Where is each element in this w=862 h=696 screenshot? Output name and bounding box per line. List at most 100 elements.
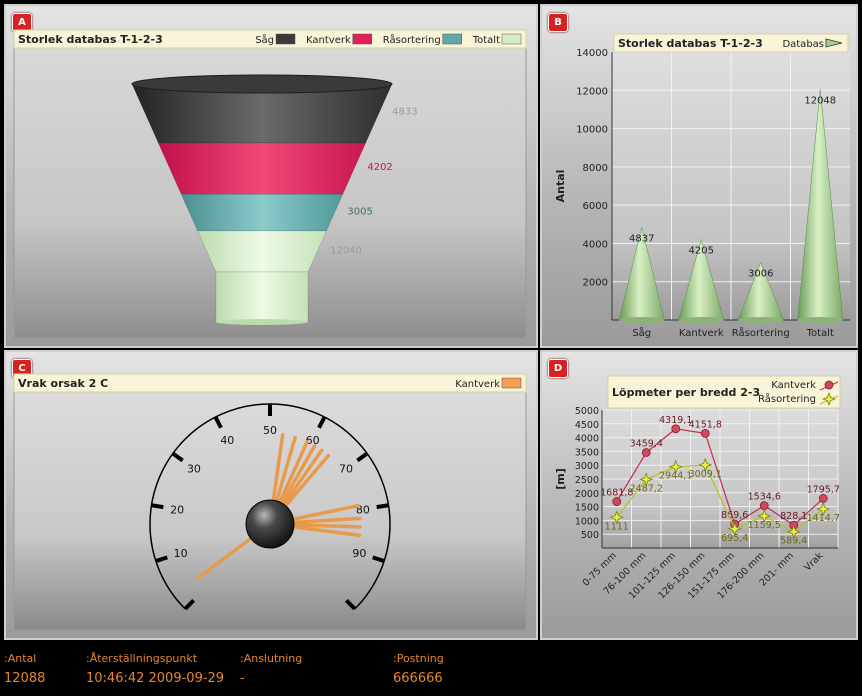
data-label: 2487,2: [630, 483, 663, 494]
y-axis-label: [m]: [554, 468, 567, 490]
gauge-tick-label: 50: [263, 424, 277, 437]
gauge-tick-label: 70: [339, 463, 353, 476]
gauge-tick: [151, 503, 164, 510]
data-point: [671, 424, 681, 434]
y-axis-label: Antal: [554, 170, 567, 203]
y-tick-label: 2000: [583, 278, 608, 289]
antal-label: :Antal: [4, 652, 37, 665]
gauge-tick-label: 30: [187, 463, 201, 476]
y-tick-label: 3000: [575, 461, 599, 472]
x-tick-label: Vrak: [802, 550, 825, 573]
gauge-tick-label: 20: [170, 503, 184, 516]
legend-label: Råsortering: [758, 392, 816, 405]
panel-a: A Storlek databas T-1-2-3 Totalt Råsorteri…: [4, 4, 538, 348]
y-tick-label: 6000: [583, 201, 608, 212]
legend-swatch: [442, 33, 462, 45]
data-label: 1795,7: [807, 484, 840, 495]
data-label: 695,4: [721, 533, 748, 544]
panel-b: B 2000 4000 6000 8000 10000 12000 14000 4837 Såg…: [540, 4, 858, 348]
bar-base: [619, 317, 665, 323]
funnel-value-label: 4833: [392, 107, 417, 118]
data-label: 1534,6: [748, 492, 781, 503]
legend-swatch: [501, 377, 522, 389]
x-tick-label: Råsortering: [732, 326, 790, 339]
panel-c: C Vrak orsak 2 C Kantverk 10 20 30 40 50 60 70 80…: [4, 350, 538, 640]
status-footer: :Antal 12088 :Återställningspunkt 10:46:…: [0, 648, 862, 696]
data-point: [641, 448, 651, 457]
chart-title: Storlek databas T-1-2-3: [618, 37, 763, 50]
data-point: [818, 494, 828, 503]
legend-label: Kantverk: [455, 379, 500, 390]
bar-value-label: 4837: [629, 233, 654, 244]
y-tick-label: 2500: [575, 475, 599, 486]
legend-swatch: [352, 33, 373, 45]
data-label: 2944,1: [659, 471, 692, 482]
y-tick-label: 5000: [575, 406, 599, 417]
gauge-tick-label: 90: [352, 547, 366, 560]
data-label: 3459,4: [630, 439, 663, 450]
reset-point-label: :Återställningspunkt: [86, 652, 198, 665]
y-tick-label: 2000: [575, 489, 599, 500]
funnel-value-label: 3005: [347, 207, 372, 218]
gauge-needle: [294, 523, 362, 529]
data-point: [612, 497, 622, 506]
legend-label: Totalt: [472, 35, 500, 46]
data-point: [700, 429, 710, 438]
legend-swatch: [501, 33, 522, 45]
legend-label: Databas: [782, 39, 824, 50]
data-label: 1159,5: [748, 520, 781, 531]
connection-label: :Anslutning: [240, 652, 303, 665]
funnel-value-label: 4202: [367, 162, 392, 173]
bar-base: [738, 317, 784, 323]
y-tick-label: 1500: [575, 503, 599, 514]
data-point: [759, 501, 769, 511]
panel-d: D 500 1000 1500 2000 2500 3000 3500 4000 4500 500…: [540, 350, 858, 640]
chart-title: Löpmeter per bredd 2-3: [612, 386, 760, 399]
y-tick-label: 4500: [575, 420, 599, 431]
y-tick-label: 3500: [575, 447, 599, 458]
bar-value-label: 4205: [689, 246, 714, 257]
funnel-value-label: 12040: [330, 245, 362, 256]
y-tick-label: 1000: [575, 516, 599, 527]
legend-label: Kantverk: [771, 380, 816, 391]
y-tick-label: 10000: [576, 125, 608, 136]
data-label: 828,1: [780, 511, 807, 522]
y-tick-label: 4000: [583, 239, 608, 250]
y-tick-label: 14000: [576, 48, 608, 59]
legend-label: Kantverk: [306, 35, 351, 46]
data-label: 1681,8: [600, 488, 633, 499]
bar-value-label: 12048: [804, 95, 836, 106]
bar-base: [678, 317, 724, 323]
data-label: 589,4: [780, 536, 807, 547]
x-tick-label: Såg: [632, 326, 651, 339]
gauge-tick-label: 10: [174, 547, 188, 560]
reset-point-value: 10:46:42 2009-09-29: [86, 671, 225, 686]
funnel-segment-totalt: [197, 230, 327, 273]
funnel-segment-råsortering: [180, 193, 344, 232]
posting-label: :Postning: [393, 652, 444, 665]
data-label: 869,6: [721, 510, 748, 521]
gauge-chart: Vrak orsak 2 C Kantverk102030405060708090: [13, 373, 527, 631]
posting-value: 666666: [393, 671, 443, 686]
legend-marker: [824, 380, 834, 390]
y-tick-label: 12000: [576, 86, 608, 97]
data-label: 4151,8: [689, 419, 722, 430]
data-label: 1414,7: [807, 513, 840, 524]
connection-value: -: [240, 671, 245, 686]
funnel-neck: [215, 271, 309, 323]
line-chart: 5001000150020002500300035004000450050000…: [554, 375, 841, 601]
funnel-top-rim: [131, 74, 393, 94]
funnel-segment-kantverk: [157, 142, 367, 195]
y-tick-label: 8000: [583, 163, 608, 174]
chart-title: Vrak orsak 2 C: [18, 377, 108, 390]
legend-swatch: [275, 33, 296, 45]
y-tick-label: 500: [581, 530, 599, 541]
antal-value: 12088: [4, 671, 46, 686]
y-tick-label: 4000: [575, 434, 599, 445]
x-tick-label: Kantverk: [679, 328, 724, 339]
gauge-tick: [376, 503, 389, 510]
gauge-tick-label: 40: [220, 434, 234, 447]
bar-chart: 2000 4000 6000 8000 10000 12000 14000 4837 Såg 42…: [554, 33, 850, 339]
data-label: 3009,1: [689, 469, 722, 480]
funnel-neck-bottom: [216, 319, 308, 325]
